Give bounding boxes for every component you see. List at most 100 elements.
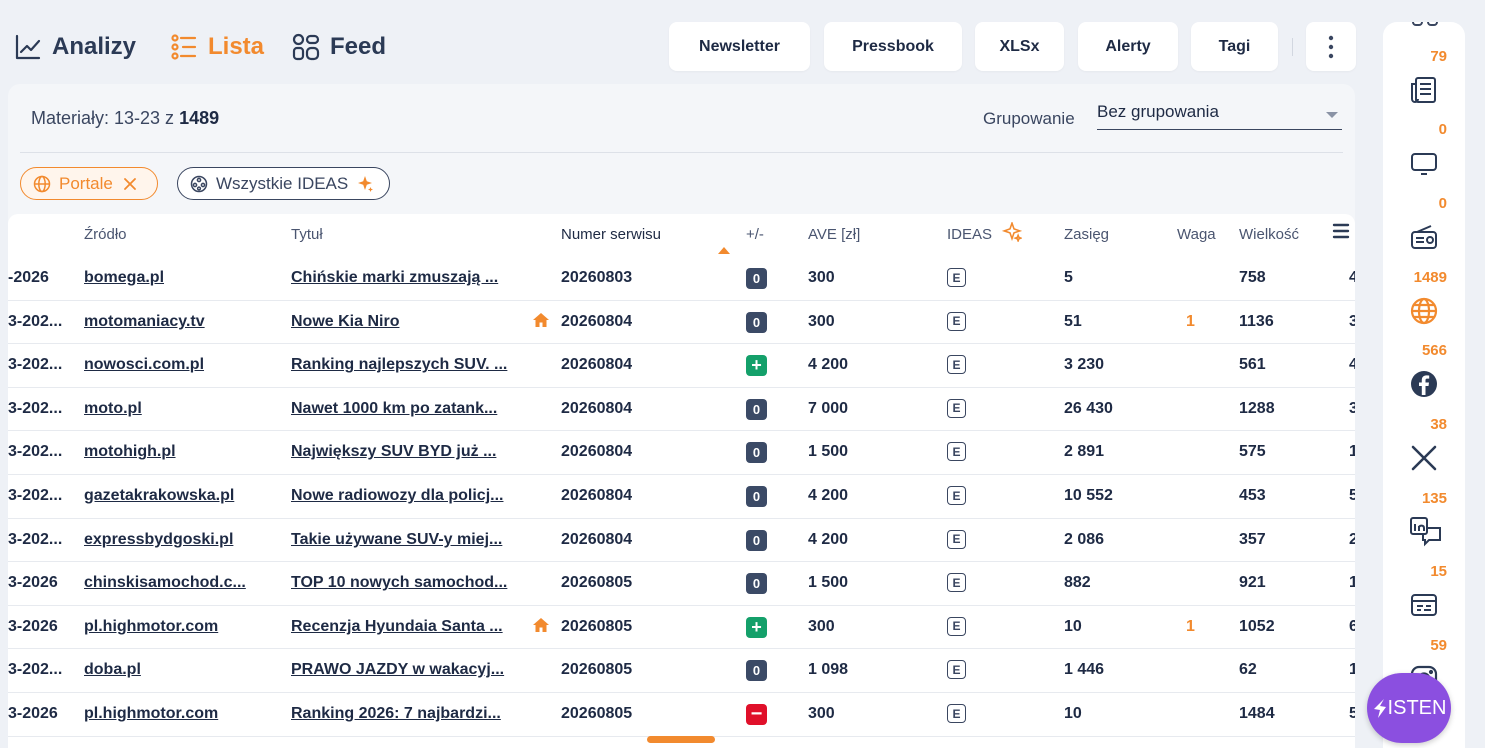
cell-source-link[interactable]: pl.highmotor.com <box>84 705 260 723</box>
ideas-badge[interactable]: E <box>947 616 966 636</box>
table-row[interactable]: 3-202... motomaniacy.tv Nowe Kia Niro 20260… <box>8 301 1355 345</box>
delta-badge[interactable]: − <box>746 703 767 725</box>
cell-source-link[interactable]: pl.highmotor.com <box>84 618 260 636</box>
sort-asc-icon[interactable] <box>718 247 730 254</box>
header-waga[interactable]: Waga <box>1177 226 1216 243</box>
sidebar-item-portale[interactable] <box>1409 296 1439 326</box>
cell-source-link[interactable]: doba.pl <box>84 661 260 679</box>
tab-lista[interactable]: Lista <box>170 30 264 64</box>
ideas-badge[interactable]: E <box>947 573 966 593</box>
ideas-badge[interactable]: E <box>947 704 966 723</box>
cell-title-link[interactable]: Recenzja Hyundaia Santa ... <box>291 618 524 636</box>
delta-badge[interactable]: 0 <box>746 442 767 464</box>
table-row[interactable]: 3-202... gazetakrakowska.pl Nowe radiowozy… <box>8 475 1355 519</box>
cell-title-link[interactable]: Ranking najlepszych SUV. ... <box>291 356 524 374</box>
more-button[interactable] <box>1306 22 1356 71</box>
tab-analizy[interactable]: Analizy <box>14 30 136 64</box>
header-ideas[interactable]: IDEAS <box>947 222 1022 243</box>
cell-source-link[interactable]: chinskisamochod.c... <box>84 574 260 592</box>
count-tv: 0 <box>1438 121 1447 138</box>
ideas-badge[interactable]: E <box>947 268 966 287</box>
header-delta[interactable]: +/- <box>746 226 764 243</box>
cell-size: 62 <box>1239 661 1257 679</box>
cell-source-link[interactable]: motohigh.pl <box>84 443 260 461</box>
header-numer-serwisu[interactable]: Numer serwisu <box>561 226 661 243</box>
cell-title-link[interactable]: Nowe Kia Niro <box>291 313 524 331</box>
sidebar-item-linkedin[interactable] <box>1409 516 1441 547</box>
cell-title-link[interactable]: Ranking 2026: 7 najbardzi... <box>291 705 524 723</box>
ideas-badge[interactable]: E <box>947 529 966 549</box>
count-facebook: 566 <box>1421 342 1447 359</box>
table-row[interactable]: 3-202... nowosci.com.pl Ranking najlepszyc… <box>8 344 1355 388</box>
table-header: Źródło Tytuł Numer serwisu +/- AVE [zł] … <box>8 214 1355 257</box>
filter-chip-ideas[interactable]: Wszystkie IDEAS <box>177 167 390 200</box>
grouping-select[interactable]: Bez grupowania <box>1097 102 1342 130</box>
ideas-badge[interactable]: E <box>947 311 966 331</box>
delta-badge[interactable]: 0 <box>746 268 767 289</box>
header-wielkosc[interactable]: Wielkość <box>1239 226 1299 243</box>
table-row[interactable]: 3-202... motohigh.pl Największy SUV BYD ju… <box>8 431 1355 475</box>
cell-ave: 300 <box>808 312 835 330</box>
cell-title-link[interactable]: TOP 10 nowych samochod... <box>291 574 524 592</box>
tab-feed[interactable]: Feed <box>292 30 386 64</box>
alerty-button[interactable]: Alerty <box>1078 22 1178 71</box>
header-zrodlo[interactable]: Źródło <box>84 226 127 243</box>
filter-chip-portale[interactable]: Portale <box>20 167 158 200</box>
delta-badge[interactable]: 0 <box>746 486 767 507</box>
cell-source-link[interactable]: nowosci.com.pl <box>84 356 260 374</box>
sidebar-item-radio[interactable] <box>1409 222 1439 252</box>
newsletter-button[interactable]: Newsletter <box>669 22 810 71</box>
table-row[interactable]: 3-2026 chinskisamochod.c... TOP 10 nowych … <box>8 562 1355 606</box>
delta-badge[interactable]: 0 <box>746 660 767 682</box>
xlsx-button[interactable]: XLSx <box>975 22 1064 71</box>
horizontal-scrollbar[interactable] <box>647 736 715 743</box>
cell-title-link[interactable]: PRAWO JAZDY w wakacyj... <box>291 661 524 679</box>
table-row[interactable]: 3-2026 pl.highmotor.com Recenzja Hyundaia … <box>8 605 1355 650</box>
home-icon <box>533 312 549 327</box>
cell-title-link[interactable]: Największy SUV BYD już ... <box>291 443 524 461</box>
delta-badge[interactable]: 0 <box>746 573 767 595</box>
table-row[interactable]: 3-202... moto.pl Nawet 1000 km po zatank..… <box>8 388 1355 432</box>
delta-badge[interactable]: 0 <box>746 529 767 551</box>
sidebar-item-x[interactable] <box>1409 443 1439 473</box>
ideas-badge[interactable]: E <box>947 660 966 680</box>
count-x: 38 <box>1430 416 1447 433</box>
ideas-badge[interactable]: E <box>947 442 966 462</box>
table-row[interactable]: 3-2026 pl.highmotor.com Ranking 2026: 7 na… <box>8 693 1355 737</box>
sidebar-item-tv[interactable] <box>1409 149 1439 179</box>
assistant-button[interactable]: ISTEN <box>1367 673 1451 743</box>
cell-title-link[interactable]: Chińskie marki zmuszają ... <box>291 269 524 287</box>
header-zasieg[interactable]: Zasięg <box>1064 226 1109 243</box>
cell-title-link[interactable]: Nowe radiowozy dla policj... <box>291 487 524 505</box>
delta-badge[interactable]: 0 <box>746 311 767 333</box>
tagi-button[interactable]: Tagi <box>1191 22 1278 71</box>
sidebar-item-facebook[interactable] <box>1409 369 1439 399</box>
cell-title-link[interactable]: Takie używane SUV-y miej... <box>291 531 524 549</box>
ideas-badge[interactable]: E <box>947 355 966 375</box>
cell-source-link[interactable]: expressbydgoski.pl <box>84 531 260 549</box>
table-row[interactable]: -2026 bomega.pl Chińskie marki zmuszają ..… <box>8 257 1355 301</box>
cell-source-link[interactable]: moto.pl <box>84 400 260 418</box>
sidebar-item-subtitles[interactable] <box>1409 590 1439 620</box>
cell-ave: 4 200 <box>808 530 849 548</box>
delta-badge[interactable]: + <box>746 616 767 638</box>
close-icon[interactable] <box>121 175 139 193</box>
ideas-badge[interactable]: E <box>947 398 966 418</box>
ideas-badge[interactable]: E <box>947 486 966 505</box>
cell-size: 758 <box>1239 269 1266 286</box>
cell-source-link[interactable]: gazetakrakowska.pl <box>84 487 260 505</box>
delta-badge[interactable]: + <box>746 355 767 377</box>
cell-source-link[interactable]: bomega.pl <box>84 269 260 287</box>
cell-source-link[interactable]: motomaniacy.tv <box>84 313 260 331</box>
table-row[interactable]: 3-202... expressbydgoski.pl Takie używane … <box>8 518 1355 563</box>
pressbook-button[interactable]: Pressbook <box>824 22 962 71</box>
header-tytul[interactable]: Tytuł <box>291 226 323 243</box>
delta-badge[interactable]: 0 <box>746 398 767 420</box>
table-row[interactable]: 3-202... doba.pl PRAWO JAZDY w wakacyj... 2… <box>8 649 1355 693</box>
cell-title-link[interactable]: Nawet 1000 km po zatank... <box>291 400 524 418</box>
chevron-down-icon <box>1326 112 1338 118</box>
column-menu-icon[interactable] <box>1332 223 1350 239</box>
header-ave[interactable]: AVE [zł] <box>808 226 860 243</box>
sidebar-item-prasa[interactable] <box>1409 75 1439 105</box>
cell-date: 3-202... <box>8 399 63 417</box>
